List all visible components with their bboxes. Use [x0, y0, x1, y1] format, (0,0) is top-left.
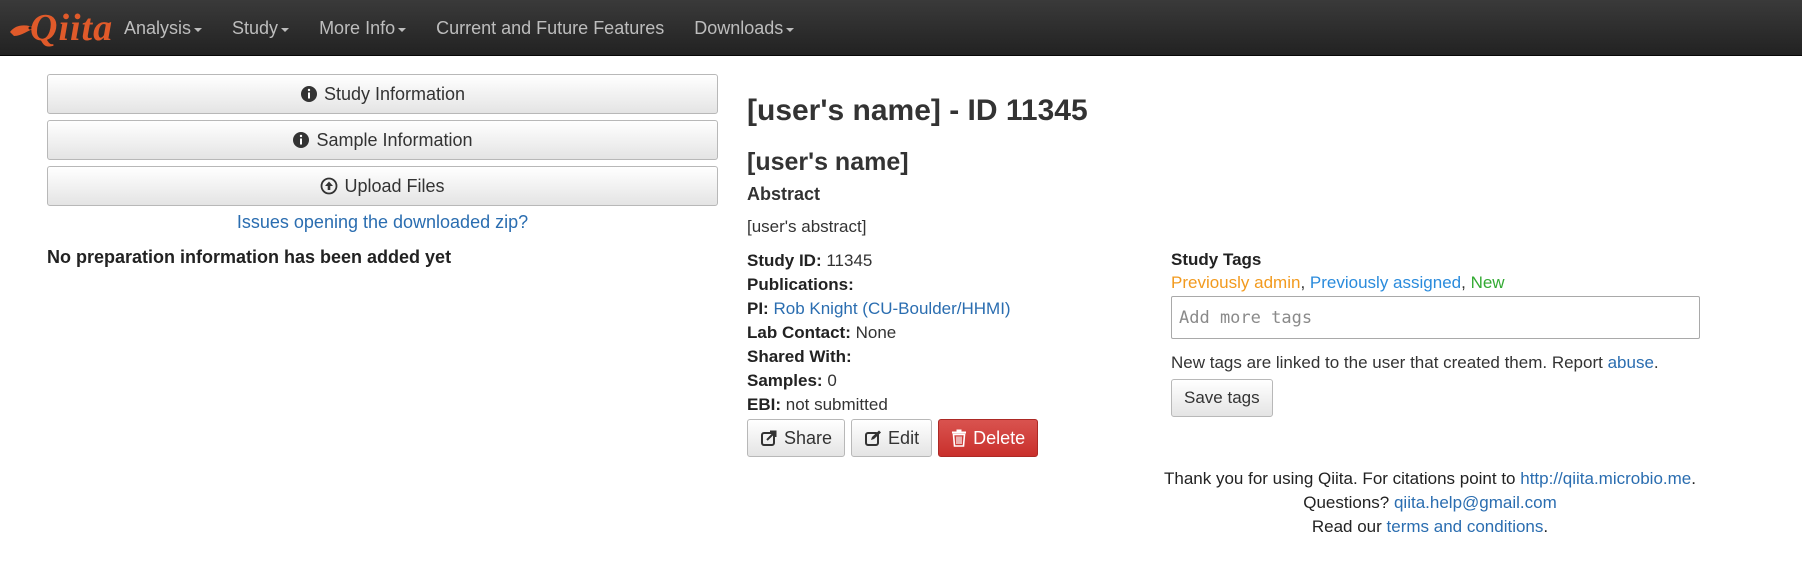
sample-information-label: Sample Information [316, 129, 473, 150]
tag-note-text: New tags are linked to the user that cre… [1171, 353, 1608, 372]
footer-citation-end: . [1691, 469, 1696, 488]
lab-contact-row: Lab Contact: None [747, 321, 1167, 345]
abstract-text: [user's abstract] [747, 217, 867, 236]
pi-link[interactable]: Rob Knight (CU-Boulder/HHMI) [773, 299, 1010, 318]
sample-information-button[interactable]: Sample Information [47, 120, 718, 160]
caret-down-icon [281, 28, 290, 32]
tag-assigned: Previously assigned [1309, 273, 1462, 292]
left-panel: Study Information Sample Information Upl… [47, 74, 718, 268]
qiita-bird-icon [10, 25, 36, 36]
samples-value: 0 [827, 371, 837, 390]
add-tags-input[interactable] [1171, 296, 1700, 339]
upload-files-label: Upload Files [344, 175, 445, 196]
nav-downloads-label: Downloads [694, 17, 784, 38]
terms-link[interactable]: terms and conditions [1387, 517, 1544, 536]
study-information-label: Study Information [323, 83, 466, 104]
footer-terms-end: . [1543, 517, 1549, 536]
samples-row: Samples: 0 [747, 369, 1167, 393]
report-abuse-link[interactable]: abuse [1608, 353, 1654, 372]
footer-citation: Thank you for using Qiita. For citations… [1080, 467, 1780, 491]
page-title: [user's name] - ID 11345 [747, 94, 1088, 127]
nav-study-label: Study [232, 17, 279, 38]
caret-down-icon [398, 28, 407, 32]
share-label: Share [784, 427, 833, 448]
study-main: [user's name] - ID 11345 [user's name] A… [747, 90, 1167, 457]
ebi-value: not submitted [785, 395, 888, 414]
samples-label: Samples: [747, 371, 823, 390]
info-circle-icon [300, 86, 317, 102]
tag-admin: Previously admin [1171, 273, 1301, 292]
tag-sep: , [1300, 273, 1310, 292]
footer-citation-text: Thank you for using Qiita. For citations… [1164, 469, 1521, 488]
upload-files-button[interactable]: Upload Files [47, 166, 718, 206]
study-information-button[interactable]: Study Information [47, 74, 718, 114]
study-details: Study ID: 11345 Publications: PI: Rob Kn… [747, 249, 1167, 417]
delete-button[interactable]: Delete [938, 419, 1039, 457]
qiita-url-link[interactable]: http://qiita.microbio.me [1520, 469, 1691, 488]
nav-features-label: Current and Future Features [436, 17, 665, 38]
shared-with-row: Shared With: [747, 345, 1167, 369]
abstract-heading: Abstract [747, 184, 821, 204]
no-prep-message: No preparation information has been adde… [47, 247, 452, 267]
study-actions: Share Edit Delete [747, 419, 1167, 457]
tag-new: New [1470, 273, 1505, 292]
tag-note-end: . [1653, 353, 1659, 372]
nav-more-info[interactable]: More Info [319, 17, 407, 39]
share-button[interactable]: Share [747, 419, 846, 457]
nav-analysis-label: Analysis [124, 17, 192, 38]
brand-text: Qiita [30, 7, 114, 49]
footer-questions-text: Questions? [1303, 493, 1394, 512]
tag-sep: , [1461, 273, 1471, 292]
delete-label: Delete [973, 427, 1026, 448]
save-tags-button[interactable]: Save tags [1171, 379, 1273, 417]
shared-with-label: Shared With: [747, 347, 852, 366]
ebi-row: EBI: not submitted [747, 393, 1167, 417]
footer-terms-text: Read our [1311, 517, 1387, 536]
publications-label: Publications: [747, 275, 854, 294]
caret-down-icon [194, 28, 203, 32]
study-id-row: Study ID: 11345 [747, 249, 1167, 273]
tag-note: New tags are linked to the user that cre… [1171, 353, 1731, 373]
edit-button[interactable]: Edit [851, 419, 933, 457]
lab-contact-label: Lab Contact: [747, 323, 851, 342]
study-id-label: Study ID: [747, 251, 822, 270]
brand-logo[interactable]: Qiita [8, 4, 113, 52]
publications-row: Publications: [747, 273, 1167, 297]
nav-menu: Analysis Study More Info Current and Fut… [124, 0, 824, 56]
zip-help-link[interactable]: Issues opening the downloaded zip? [47, 212, 718, 233]
footer-terms: Read our terms and conditions. [1080, 515, 1780, 539]
lab-contact-value: None [855, 323, 897, 342]
upload-circle-icon [321, 177, 338, 195]
nav-study[interactable]: Study [232, 17, 290, 39]
tag-legend: Previously admin, Previously assigned, N… [1171, 273, 1731, 293]
study-subtitle: [user's name] [747, 148, 909, 176]
study-tags-heading: Study Tags [1171, 250, 1262, 269]
nav-features[interactable]: Current and Future Features [436, 18, 664, 39]
study-tags-panel: Study Tags Previously admin, Previously … [1171, 250, 1731, 417]
info-circle-icon [293, 132, 310, 148]
nav-downloads[interactable]: Downloads [694, 17, 795, 39]
nav-analysis[interactable]: Analysis [124, 17, 203, 39]
caret-down-icon [786, 28, 795, 32]
share-icon [761, 430, 777, 446]
trash-icon [952, 429, 967, 447]
footer-questions: Questions? qiita.help@gmail.com [1080, 491, 1780, 515]
ebi-label: EBI: [747, 395, 781, 414]
pi-label: PI: [747, 299, 769, 318]
footer: Thank you for using Qiita. For citations… [1080, 467, 1780, 539]
pi-row: PI: Rob Knight (CU-Boulder/HHMI) [747, 297, 1167, 321]
navbar: Qiita Analysis Study More Info Current a… [0, 0, 1802, 56]
nav-more-info-label: More Info [319, 17, 396, 38]
edit-icon [865, 430, 882, 446]
study-id-value: 11345 [826, 251, 873, 270]
edit-label: Edit [888, 427, 920, 448]
help-email-link[interactable]: qiita.help@gmail.com [1394, 493, 1557, 512]
